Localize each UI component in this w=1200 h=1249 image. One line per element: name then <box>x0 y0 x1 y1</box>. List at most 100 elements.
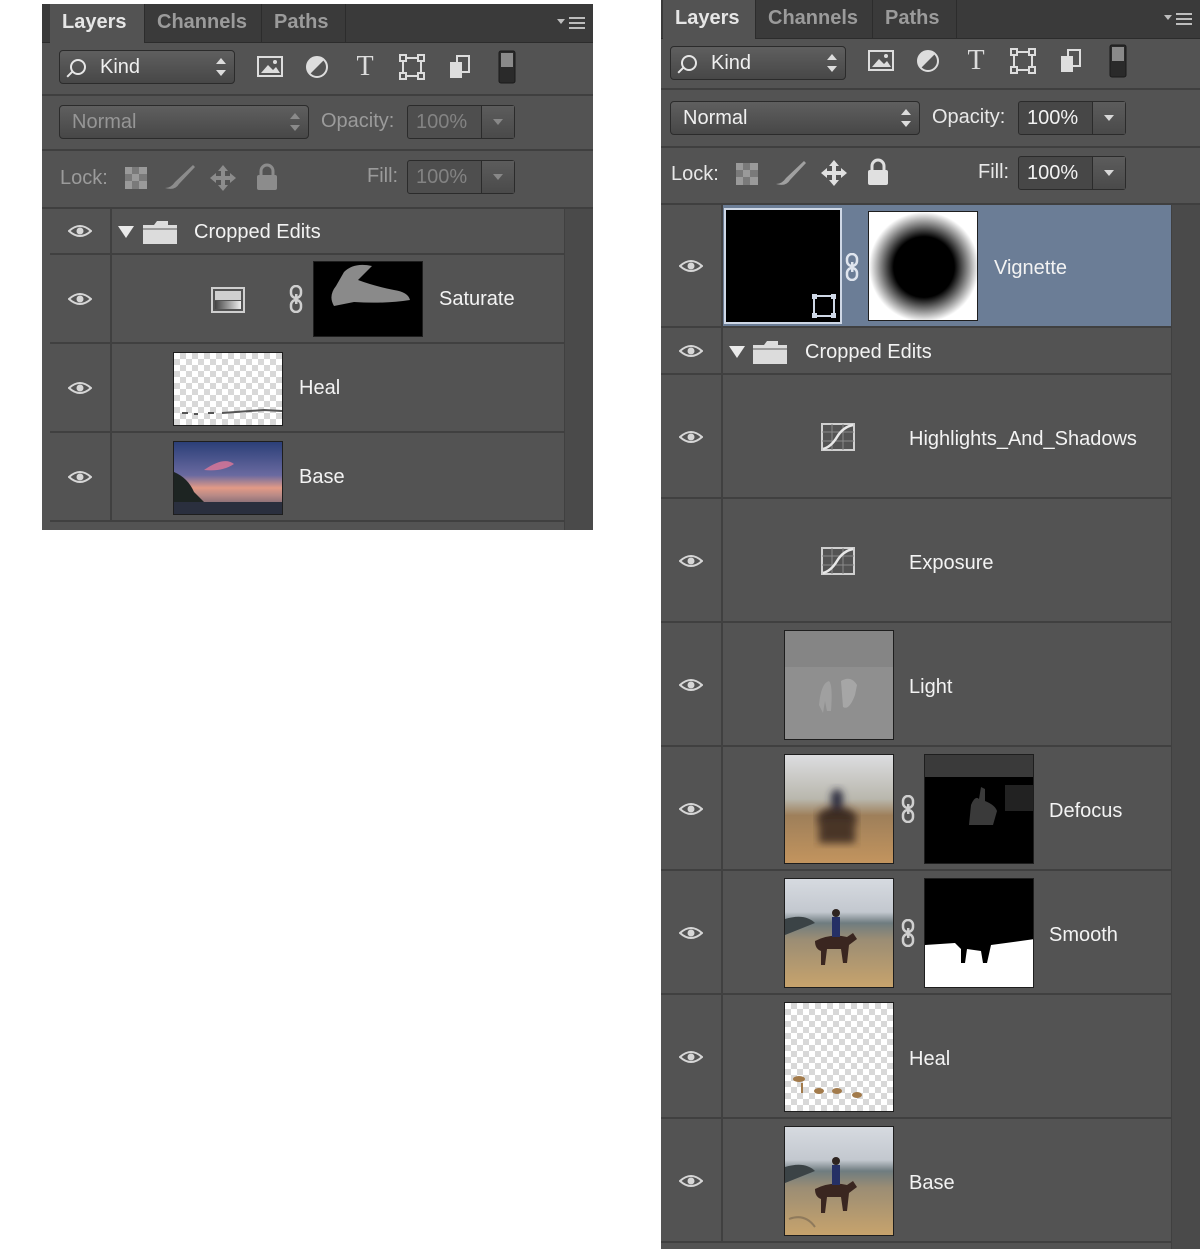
link-chain-icon[interactable] <box>901 795 915 823</box>
type-filter-icon[interactable]: T <box>352 52 378 80</box>
layer-row-light[interactable]: Light <box>661 623 1172 747</box>
layer-mask-thumbnail[interactable] <box>868 211 978 321</box>
opacity-dropdown-icon[interactable] <box>1092 102 1125 134</box>
layer-group-row[interactable]: Cropped Edits <box>661 328 1172 375</box>
layer-thumbnail[interactable] <box>784 1126 894 1236</box>
layer-row-heal[interactable]: Heal <box>50 344 565 433</box>
layer-row-smooth[interactable]: Smooth <box>661 871 1172 995</box>
eye-icon[interactable] <box>679 430 703 444</box>
lock-transparency-icon[interactable] <box>125 167 147 189</box>
layer-name: Vignette <box>994 257 1068 279</box>
shape-filter-icon[interactable] <box>398 53 426 81</box>
tab-layers[interactable]: Layers <box>663 0 756 39</box>
fill-value: 100% <box>1027 162 1079 184</box>
svg-text:T: T <box>356 52 373 80</box>
layer-thumbnail[interactable] <box>784 878 894 988</box>
heal-strokes <box>182 408 282 415</box>
link-chain-icon[interactable] <box>289 285 303 313</box>
filter-kind-select[interactable]: Kind <box>59 50 235 84</box>
scrollbar[interactable] <box>564 209 593 530</box>
tab-channels[interactable]: Channels <box>145 4 262 42</box>
adjustment-filter-icon[interactable] <box>915 48 941 74</box>
eye-icon[interactable] <box>679 259 703 273</box>
layer-row-defocus[interactable]: Defocus <box>661 747 1172 871</box>
layer-row-vignette[interactable]: Vignette <box>661 205 1172 328</box>
opacity-field[interactable]: 100% <box>1018 101 1126 135</box>
beach-photo <box>785 879 893 987</box>
tab-layers[interactable]: Layers <box>50 4 145 43</box>
tab-paths[interactable]: Paths <box>262 4 346 42</box>
eye-icon[interactable] <box>679 802 703 816</box>
eye-icon[interactable] <box>679 554 703 568</box>
lock-transparency-icon[interactable] <box>736 163 758 185</box>
smart-object-filter-icon[interactable] <box>447 52 473 80</box>
layer-mask-thumbnail[interactable] <box>924 878 1034 988</box>
lock-label: Lock: <box>671 163 719 185</box>
lock-position-icon[interactable] <box>209 164 237 192</box>
pixel-filter-icon[interactable] <box>256 54 284 80</box>
lock-all-icon[interactable] <box>256 163 278 191</box>
blend-mode-select[interactable]: Normal <box>59 105 309 139</box>
lock-position-icon[interactable] <box>820 159 848 187</box>
mask-shape <box>331 264 410 306</box>
shape-filter-icon[interactable] <box>1009 47 1037 75</box>
link-chain-icon[interactable] <box>901 919 915 947</box>
layer-group-row[interactable]: Cropped Edits <box>50 209 565 255</box>
layer-row-highlights-and-shadows[interactable]: Highlights_And_Shadows <box>661 375 1172 499</box>
link-chain-icon[interactable] <box>845 253 859 281</box>
panel-menu-icon[interactable] <box>1164 9 1192 29</box>
opacity-field[interactable]: 100% <box>407 105 515 139</box>
layer-mask-thumbnail[interactable] <box>313 261 423 337</box>
filter-toggle-icon[interactable] <box>1109 44 1127 78</box>
type-filter-icon[interactable]: T <box>963 46 989 74</box>
fill-field[interactable]: 100% <box>407 160 515 194</box>
fill-field[interactable]: 100% <box>1018 156 1126 190</box>
layer-thumbnail[interactable] <box>784 1002 894 1112</box>
layer-name: Base <box>299 466 345 488</box>
tab-paths[interactable]: Paths <box>873 0 957 38</box>
filter-toggle-icon[interactable] <box>498 50 516 84</box>
eye-icon[interactable] <box>679 1174 703 1188</box>
layer-row-base[interactable]: Base <box>661 1119 1172 1243</box>
panel-menu-icon[interactable] <box>557 13 585 33</box>
gradient-map-icon <box>211 287 245 313</box>
expand-triangle-icon[interactable] <box>728 345 746 359</box>
fill-dropdown-icon[interactable] <box>481 161 514 193</box>
pixel-filter-icon[interactable] <box>867 48 895 74</box>
light-layer-image <box>785 631 893 713</box>
layer-row-heal[interactable]: Heal <box>661 995 1172 1119</box>
eye-icon[interactable] <box>679 344 703 358</box>
layer-thumbnail[interactable] <box>173 441 283 515</box>
folder-icon <box>143 221 177 244</box>
layer-mask-thumbnail[interactable] <box>924 754 1034 864</box>
layer-row-exposure[interactable]: Exposure <box>661 499 1172 623</box>
adjustment-filter-icon[interactable] <box>304 54 330 80</box>
scrollbar[interactable] <box>1171 205 1200 1249</box>
expand-triangle-icon[interactable] <box>117 225 135 239</box>
opacity-dropdown-icon[interactable] <box>481 106 514 138</box>
smart-object-filter-icon[interactable] <box>1058 46 1084 74</box>
layer-thumbnail[interactable] <box>784 630 894 740</box>
svg-text:T: T <box>967 46 984 74</box>
lock-all-icon[interactable] <box>867 158 889 186</box>
blend-mode-select[interactable]: Normal <box>670 101 920 135</box>
lock-pixels-icon[interactable] <box>774 158 808 188</box>
layer-thumbnail[interactable] <box>724 208 842 324</box>
layers-panel-right: Layers Channels Paths Kind T Normal Opac… <box>661 0 1200 1249</box>
eye-icon[interactable] <box>68 381 92 395</box>
layer-row-base[interactable]: Base <box>50 433 565 522</box>
filter-kind-select[interactable]: Kind <box>670 46 846 80</box>
fill-dropdown-icon[interactable] <box>1092 157 1125 189</box>
eye-icon[interactable] <box>679 1050 703 1064</box>
eye-icon[interactable] <box>679 678 703 692</box>
layer-name: Exposure <box>909 552 994 574</box>
layer-thumbnail[interactable] <box>784 754 894 864</box>
eye-icon[interactable] <box>68 292 92 306</box>
eye-icon[interactable] <box>68 470 92 484</box>
layer-thumbnail[interactable] <box>173 352 283 426</box>
eye-icon[interactable] <box>68 224 92 238</box>
tab-channels[interactable]: Channels <box>756 0 873 38</box>
layer-row-saturate[interactable]: Saturate <box>50 255 565 344</box>
lock-pixels-icon[interactable] <box>163 162 197 192</box>
eye-icon[interactable] <box>679 926 703 940</box>
